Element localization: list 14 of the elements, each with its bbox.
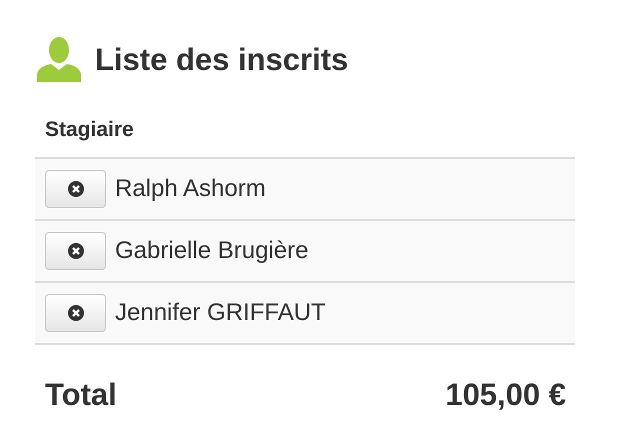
remove-button[interactable]: [45, 232, 106, 270]
remove-icon: [68, 305, 84, 321]
remove-button[interactable]: [45, 294, 106, 332]
user-icon: [35, 36, 83, 82]
page-title: Liste des inscrits: [95, 44, 348, 74]
table-cell-text: Gabrielle Brugière: [115, 236, 308, 266]
total-amount: 105,00 €: [445, 376, 566, 414]
remove-icon: [68, 243, 84, 259]
remove-icon: [68, 181, 84, 197]
remove-button[interactable]: [45, 170, 106, 208]
total-label: Total: [45, 376, 117, 414]
column-header: Stagiaire: [45, 116, 134, 143]
table-cell-text: Jennifer GRIFFAUT: [115, 298, 326, 328]
table-cell-text: Ralph Ashorm: [115, 174, 266, 204]
